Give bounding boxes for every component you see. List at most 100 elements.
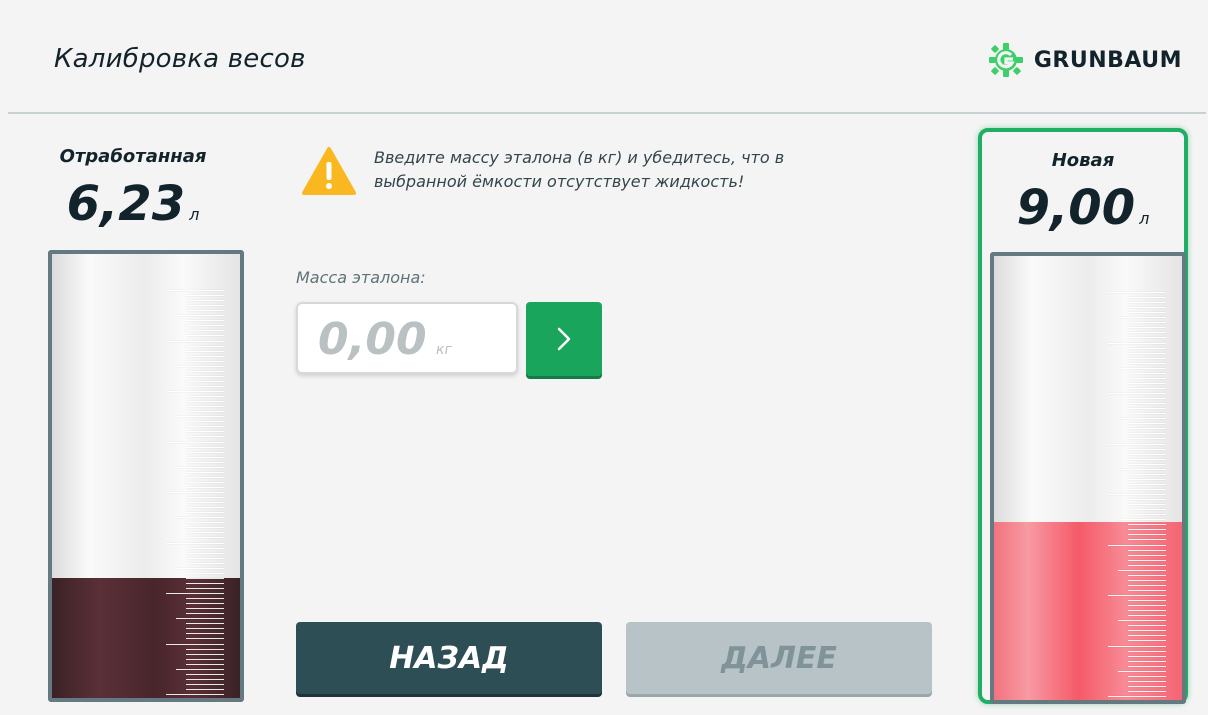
scale-tick (166, 694, 224, 695)
mass-input-value: 0,00 (318, 314, 427, 365)
scale-tick (176, 315, 224, 317)
scale-tick (186, 350, 224, 352)
scale-tick (1128, 377, 1166, 379)
scale-tick (1128, 438, 1166, 440)
scale-tick (186, 557, 224, 559)
scale-tick (186, 552, 224, 554)
scale-tick (1128, 473, 1166, 475)
scale-tick (186, 638, 224, 640)
scale-tick (1128, 387, 1166, 389)
scale-tick (1128, 347, 1166, 349)
scale-tick (186, 385, 224, 387)
scale-tick (186, 633, 224, 635)
scale-tick (1128, 307, 1166, 309)
scale-tick (1118, 367, 1166, 369)
scale-tick (186, 325, 224, 327)
scale-tick (186, 330, 224, 332)
fresh-tank-panel[interactable]: Новая 9,00 л (978, 128, 1188, 704)
scale-tick (1128, 332, 1166, 334)
brand-logo: GRUNBAUM (988, 42, 1182, 78)
scale-tick (1128, 625, 1166, 627)
scale-tick (1128, 322, 1166, 324)
mass-field-label: Масса эталона: (296, 268, 426, 287)
scale-tick (186, 582, 224, 584)
scale-tick (186, 451, 224, 453)
scale-tick (1128, 504, 1166, 506)
scale-tick (1118, 569, 1166, 571)
scale-tick (1128, 564, 1166, 566)
waste-tank-label: Отработанная (59, 146, 207, 167)
page-title: Калибровка весов (54, 44, 306, 74)
scale-tick (186, 507, 224, 509)
scale-tick (186, 421, 224, 423)
scale-tick (186, 562, 224, 564)
scale-tick (1108, 494, 1166, 495)
scale-tick (1128, 337, 1166, 339)
scale-tick (186, 335, 224, 337)
scale-tick (186, 411, 224, 413)
scale-tick (166, 290, 224, 291)
scale-tick (1128, 514, 1166, 516)
scale-tick (176, 365, 224, 367)
scale-tick (186, 431, 224, 433)
scale-tick (186, 527, 224, 529)
scale-tick (186, 370, 224, 372)
scale-tick (1128, 458, 1166, 460)
scale-tick (186, 295, 224, 297)
scale-tick (186, 426, 224, 428)
scale-tick (176, 466, 224, 468)
back-button[interactable]: НАЗАД (296, 622, 602, 694)
scale-tick (1128, 403, 1166, 405)
mass-input[interactable]: 0,00 кг (296, 302, 518, 374)
mass-submit-button[interactable] (526, 302, 602, 376)
scale-tick (1128, 655, 1166, 657)
scale-tick (1128, 685, 1166, 687)
scale-tick (186, 375, 224, 377)
scale-tick (1118, 468, 1166, 470)
scale-tick (186, 623, 224, 625)
scale-tick (1128, 589, 1166, 591)
scale-tick (186, 300, 224, 302)
scale-tick (1128, 675, 1166, 677)
scale-tick (1128, 362, 1166, 364)
scale-tick (1128, 584, 1166, 586)
scale-tick (186, 446, 224, 448)
scale-tick (1128, 453, 1166, 455)
scale-tick (1128, 382, 1166, 384)
top-bar: Калибровка весов GRUNBAUM (8, 14, 1206, 114)
scale-tick (1128, 665, 1166, 667)
fresh-tank-unit: л (1139, 209, 1150, 228)
scale-tick (166, 340, 224, 342)
scale-tick (1128, 463, 1166, 465)
scale-tick (1128, 352, 1166, 354)
scale-tick (186, 481, 224, 483)
waste-tank-volume: 6,23 л (28, 176, 238, 232)
scale-tick (1128, 302, 1166, 304)
scale-tick (186, 436, 224, 438)
scale-tick (176, 567, 224, 569)
scale-tick (166, 593, 224, 594)
scale-tick (1128, 660, 1166, 662)
scale-tick (1128, 680, 1166, 682)
scale-tick (1108, 393, 1166, 394)
gear-logo-icon (988, 43, 1023, 77)
scale-tick (1128, 423, 1166, 425)
scale-tick (186, 572, 224, 574)
fresh-tank-value: 9,00 (1016, 180, 1136, 236)
scale-tick (1108, 342, 1166, 344)
scale-tick (176, 517, 224, 519)
scale-tick (176, 618, 224, 620)
scale-tick (1128, 605, 1166, 607)
scale-tick (186, 355, 224, 357)
scale-tick (186, 486, 224, 488)
mass-input-unit: кг (436, 342, 452, 358)
scale-tick (176, 668, 224, 670)
waste-tank-panel[interactable]: Отработанная 6,23 л (28, 128, 244, 704)
fresh-tank-volume: 9,00 л (982, 180, 1184, 236)
next-button[interactable]: ДАЛЕЕ (626, 622, 932, 694)
scale-tick (186, 628, 224, 630)
scale-tick (186, 678, 224, 680)
scale-tick (1128, 428, 1166, 430)
scale-tick (186, 603, 224, 605)
scale-tick (1128, 534, 1166, 536)
